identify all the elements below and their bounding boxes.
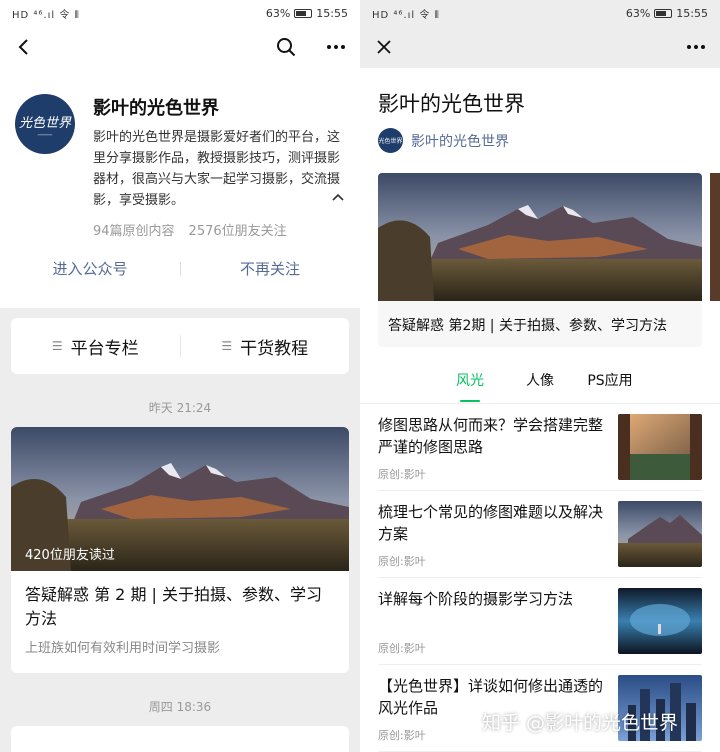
article-source: 原创:影叶 <box>378 729 426 742</box>
nav-bar <box>0 26 360 68</box>
close-icon[interactable] <box>372 35 396 59</box>
menu-item-column[interactable]: ☰ 平台专栏 <box>11 334 180 359</box>
search-icon[interactable] <box>274 35 298 59</box>
article-title: 答疑解惑 第 2 期 | 关于拍摄、参数、学习方法 <box>25 585 323 628</box>
list-item[interactable]: 详解每个阶段的摄影学习方法 原创:影叶 <box>378 578 702 665</box>
tab-portrait[interactable]: 人像 <box>505 370 575 390</box>
right-pane: HD ⁴⁶.ıl 令 ⦀ 63% 15:55 影叶的光色世界 光色世界 影叶的光… <box>360 0 720 752</box>
nav-bar <box>360 26 720 68</box>
account-stats: 94篇原创内容 2576位朋友关注 <box>93 220 287 239</box>
battery-icon <box>654 8 673 18</box>
more-icon[interactable] <box>684 35 708 59</box>
avatar-logo-text: 光色世界 <box>18 115 71 131</box>
article-title: 详解每个阶段的摄影学习方法 <box>378 590 574 608</box>
article-card[interactable]: 420位朋友读过 答疑解惑 第 2 期 | 关于拍摄、参数、学习方法 上班族如何… <box>11 427 349 673</box>
avatar[interactable]: 光色世界 ━━━━━━━━ <box>15 94 75 154</box>
menu-list-icon: ☰ <box>221 339 233 353</box>
article-subtitle: 上班族如何有效利用时间学习摄影 <box>25 641 221 656</box>
left-pane: HD ⁴⁶.ıl 令 ⦀ 63% 15:55 光色世界 ━━━━━━━━ 影叶的… <box>0 0 360 752</box>
menu-list-icon: ☰ <box>51 339 63 353</box>
clock: 15:55 <box>676 6 708 20</box>
featured-article[interactable]: 答疑解惑 第2期 | 关于拍摄、参数、学习方法 <box>378 173 702 347</box>
article-source: 原创:影叶 <box>378 468 426 481</box>
featured-title: 答疑解惑 第2期 | 关于拍摄、参数、学习方法 <box>388 318 667 334</box>
article-thumbnail <box>618 501 702 567</box>
avatar-logo-sub: ━━━━━━━━ <box>37 132 53 137</box>
signal-icons: HD ⁴⁶.ıl 令 ⦀ <box>12 9 80 21</box>
unfollow-button[interactable]: 不再关注 <box>180 258 360 279</box>
back-icon[interactable] <box>12 35 36 59</box>
article-source: 原创:影叶 <box>378 555 426 568</box>
battery-icon <box>294 8 313 18</box>
tab-ps[interactable]: PS应用 <box>575 370 645 390</box>
profile-actions: 进入公众号 不再关注 <box>0 258 360 279</box>
article-source: 原创:影叶 <box>378 642 426 655</box>
mini-avatar: 光色世界 <box>378 128 403 153</box>
collapse-chevron-icon[interactable] <box>332 190 344 204</box>
menu-item-label: 平台专栏 <box>70 338 139 359</box>
feed-date: 昨天 21:24 <box>148 401 212 415</box>
status-bar: HD ⁴⁶.ıl 令 ⦀ 63% 15:55 <box>0 0 360 26</box>
signal-icons: HD ⁴⁶.ıl 令 ⦀ <box>372 9 440 21</box>
featured-image <box>378 173 702 301</box>
account-menu: ☰ 平台专栏 ☰ 干货教程 <box>11 318 349 374</box>
page-title: 影叶的光色世界 <box>378 92 525 116</box>
feed-date: 周四 18:36 <box>148 700 212 714</box>
list-item[interactable]: 梳理七个常见的修图难题以及解决方案 原创:影叶 <box>378 491 702 578</box>
menu-item-label: 干货教程 <box>240 338 309 359</box>
article-card[interactable] <box>11 726 349 752</box>
article-thumbnail <box>618 588 702 654</box>
original-count: 94篇原创内容 <box>93 224 175 239</box>
clock: 15:55 <box>316 6 348 20</box>
account-name-link[interactable]: 影叶的光色世界 <box>411 131 509 151</box>
article-title: 修图思路从何而来？学会搭建完整严谨的修图思路 <box>378 416 604 456</box>
tab-landscape[interactable]: 风光 <box>435 370 505 402</box>
follower-count: 2576位朋友关注 <box>188 224 287 239</box>
status-bar: HD ⁴⁶.ıl 令 ⦀ 63% 15:55 <box>360 0 720 26</box>
enter-account-button[interactable]: 进入公众号 <box>0 258 180 279</box>
account-name: 影叶的光色世界 <box>93 98 219 119</box>
read-count: 420位朋友读过 <box>25 548 115 563</box>
next-featured-peek[interactable] <box>710 173 720 301</box>
menu-item-tutorial[interactable]: ☰ 干货教程 <box>181 334 350 359</box>
account-description: 影叶的光色世界是摄影爱好者们的平台，这里分享摄影作品，教授摄影技巧，测评摄影器材… <box>93 130 341 208</box>
account-row[interactable]: 光色世界 影叶的光色世界 <box>378 128 509 153</box>
divider <box>180 262 181 276</box>
article-thumbnail <box>618 414 702 480</box>
more-icon[interactable] <box>324 35 348 59</box>
article-title: 梳理七个常见的修图难题以及解决方案 <box>378 503 604 543</box>
battery-percent: 63% <box>625 6 651 20</box>
article-cover-image: 420位朋友读过 <box>11 427 349 571</box>
category-tabs: 风光 人像 PS应用 <box>360 370 720 402</box>
watermark-text: 知乎 @影叶的光色世界 <box>482 712 679 734</box>
list-item[interactable]: 修图思路从何而来？学会搭建完整严谨的修图思路 原创:影叶 <box>378 404 702 491</box>
battery-percent: 63% <box>265 6 291 20</box>
